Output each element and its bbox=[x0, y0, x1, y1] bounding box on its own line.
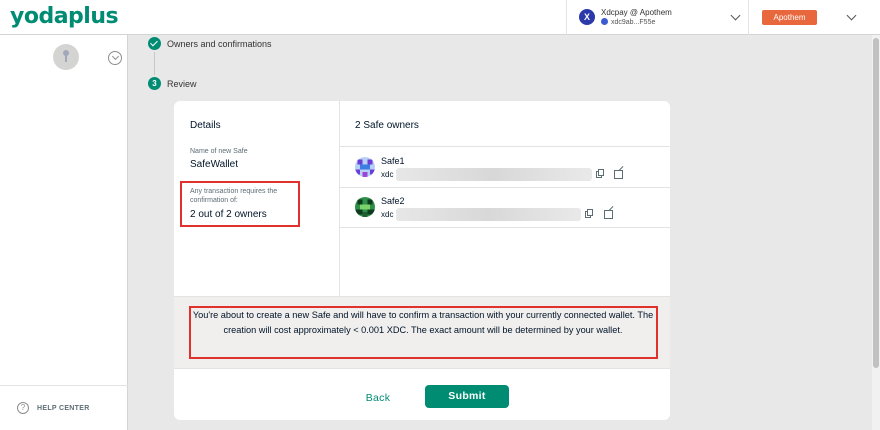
copy-icon-front bbox=[587, 209, 593, 216]
account-selector[interactable]: X Xdcpay @ Apothem xdc9ab...F55e bbox=[566, 0, 749, 35]
sidebar-expand-icon[interactable] bbox=[108, 51, 122, 65]
owner-address-redacted bbox=[396, 208, 581, 221]
owner-name: Safe1 bbox=[381, 156, 405, 166]
external-link-arrow bbox=[618, 166, 624, 171]
keyhole-stem bbox=[65, 55, 67, 62]
external-link-icon[interactable] bbox=[614, 166, 624, 179]
details-title: Details bbox=[190, 120, 221, 131]
threshold-label-line2: confirmation of: bbox=[190, 197, 238, 204]
submit-button[interactable]: Submit bbox=[425, 385, 509, 408]
back-button[interactable]: Back bbox=[352, 387, 404, 409]
copy-icon[interactable] bbox=[596, 169, 605, 178]
owners-title: 2 Safe owners bbox=[355, 120, 419, 131]
address-identicon-icon bbox=[601, 18, 608, 25]
account-name: Xdcpay @ Apothem bbox=[601, 8, 672, 17]
external-link-icon[interactable] bbox=[604, 206, 614, 219]
sidebar-divider bbox=[0, 385, 128, 386]
owner-address-prefix: xdc bbox=[381, 210, 394, 219]
chevron-down-icon[interactable] bbox=[730, 10, 741, 21]
threshold-value: 2 out of 2 owners bbox=[190, 209, 267, 220]
owners-divider bbox=[340, 146, 670, 147]
step-label-owners[interactable]: Owners and confirmations bbox=[167, 39, 272, 49]
page-scrollbar[interactable] bbox=[872, 35, 880, 430]
sidebar: ? HELP CENTER bbox=[0, 35, 128, 430]
step-connector bbox=[154, 52, 155, 75]
owner-address-prefix: xdc bbox=[381, 170, 394, 179]
threshold-label-line1: Any transaction requires the bbox=[190, 188, 278, 195]
help-center-link[interactable]: HELP CENTER bbox=[37, 405, 90, 412]
safe-name-value: SafeWallet bbox=[190, 159, 238, 170]
cost-info-panel: You're about to create a new Safe and wi… bbox=[174, 296, 670, 368]
owner-avatar-icon bbox=[355, 197, 375, 217]
wallet-avatar-icon: X bbox=[579, 9, 595, 25]
cost-info-message: You're about to create a new Safe and wi… bbox=[192, 310, 654, 335]
network-chevron-down-icon[interactable] bbox=[846, 10, 857, 21]
column-divider bbox=[339, 101, 340, 296]
review-card: Details Name of new Safe SafeWallet Any … bbox=[174, 101, 670, 420]
owner-name: Safe2 bbox=[381, 196, 405, 206]
check-icon bbox=[150, 38, 158, 47]
footer-divider bbox=[174, 368, 670, 369]
chevron-down-icon bbox=[111, 52, 119, 61]
top-bar: yodaplus X Xdcpay @ Apothem xdc9ab...F55… bbox=[0, 0, 880, 35]
step-label-review: Review bbox=[167, 79, 197, 89]
app-logo[interactable]: yodaplus bbox=[10, 4, 119, 29]
owner-address-redacted bbox=[396, 168, 592, 181]
copy-icon[interactable] bbox=[585, 209, 594, 218]
step-number-badge: 3 bbox=[148, 77, 161, 90]
copy-icon-front bbox=[598, 169, 604, 176]
safe-name-label: Name of new Safe bbox=[190, 148, 248, 155]
help-icon[interactable]: ? bbox=[17, 402, 29, 414]
owner-row-divider bbox=[340, 187, 670, 188]
safe-placeholder-icon bbox=[53, 44, 79, 70]
account-address: xdc9ab...F55e bbox=[611, 19, 656, 26]
owner-row-divider bbox=[340, 227, 670, 228]
network-badge[interactable]: Apothem bbox=[762, 10, 817, 25]
external-link-arrow bbox=[608, 206, 614, 211]
scrollbar-thumb[interactable] bbox=[873, 38, 879, 368]
account-address-row: xdc9ab...F55e bbox=[601, 18, 655, 26]
owner-avatar-icon bbox=[355, 157, 375, 177]
step-completed-badge bbox=[148, 37, 161, 50]
